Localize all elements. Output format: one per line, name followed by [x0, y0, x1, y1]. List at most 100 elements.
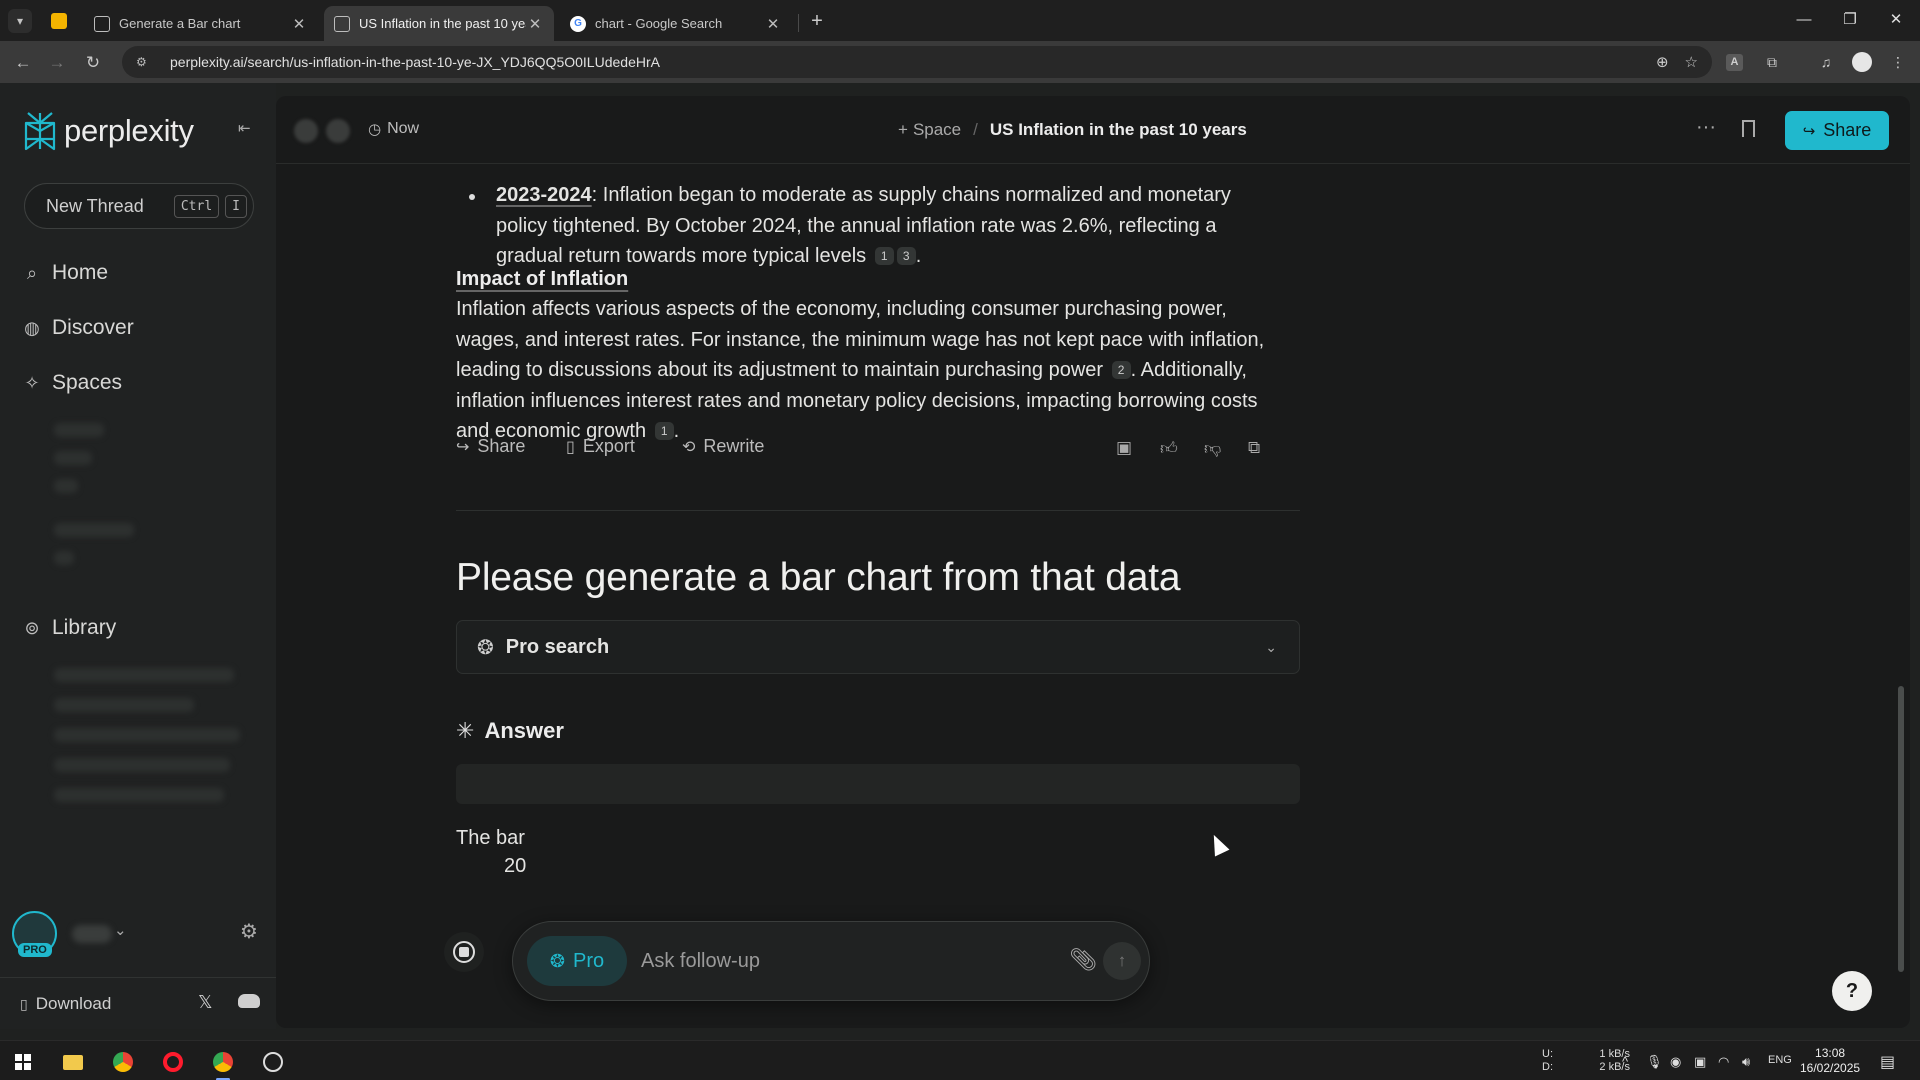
minimize-window-button[interactable]: — — [1782, 6, 1826, 34]
share-button[interactable]: ↪ Share — [1785, 111, 1889, 150]
chrome-active-app[interactable] — [208, 1047, 238, 1080]
tab-us-inflation[interactable]: US Inflation in the past 10 years ✕ — [324, 6, 554, 41]
plus-icon[interactable]: + — [898, 120, 908, 140]
chevron-down-icon[interactable]: ⌄ — [114, 921, 127, 939]
display-icon[interactable]: ▣ — [1694, 1054, 1706, 1070]
help-button[interactable]: ? — [1832, 971, 1872, 1011]
site-info-icon[interactable]: ⚙ — [136, 55, 152, 69]
bookmark-icon[interactable] — [1742, 120, 1755, 137]
collaborator-avatar[interactable] — [326, 119, 350, 143]
sidebar: perplexity ⇤ New Thread Ctrl I ⌕ Home ◍ … — [0, 83, 276, 1029]
chevron-down-icon: ⌄ — [1265, 638, 1277, 655]
share-arrow-icon: ↪ — [456, 438, 470, 456]
sidebar-item-library[interactable]: ⊚ Library — [22, 616, 116, 640]
kbd-key: I — [225, 194, 247, 218]
browser-menu-icon[interactable]: ⋮ — [1888, 52, 1908, 72]
citation-badge[interactable]: 3 — [896, 247, 916, 265]
pro-toggle-button[interactable]: ❂ Pro — [527, 936, 627, 986]
opera-icon — [163, 1052, 183, 1072]
wifi-icon[interactable]: ◠ — [1718, 1054, 1729, 1070]
blurred-space-item[interactable] — [54, 523, 134, 537]
tab-generate-bar-chart[interactable]: Generate a Bar chart ✕ — [84, 6, 318, 41]
perplexity-logo[interactable]: perplexity — [22, 111, 194, 151]
file-explorer-app[interactable] — [58, 1047, 88, 1077]
collaborator-avatar[interactable] — [294, 119, 318, 143]
citation-badge[interactable]: 1 — [874, 247, 894, 265]
notifications-icon[interactable]: ▤ — [1880, 1052, 1895, 1072]
download-link[interactable]: ▯ Download — [20, 994, 111, 1014]
follow-up-box: ❂ Pro 📎︎ ↑ — [512, 921, 1150, 1001]
extensions-puzzle-icon[interactable]: ⧉ — [1762, 52, 1782, 72]
tab-search-icon[interactable]: ▾ — [8, 9, 32, 33]
thumbs-down-icon[interactable]: 👎︎ — [1204, 438, 1221, 459]
back-button[interactable]: ← — [10, 50, 36, 76]
browser-tab-bar: ▾ Generate a Bar chart ✕ US Inflation in… — [0, 0, 1920, 41]
new-thread-button[interactable]: New Thread Ctrl I — [24, 183, 254, 229]
collapse-sidebar-icon[interactable]: ⇤ — [238, 119, 251, 137]
system-clock[interactable]: 13:08 16/02/2025 — [1800, 1046, 1860, 1076]
blurred-thread-item[interactable] — [54, 698, 194, 712]
volume-icon[interactable]: 🔊︎ — [1742, 1054, 1750, 1070]
paperclip-icon[interactable]: 📎︎ — [1069, 947, 1097, 973]
blurred-thread-item[interactable] — [54, 788, 224, 802]
close-tab-icon[interactable]: ✕ — [526, 15, 544, 33]
stop-generation-button[interactable] — [444, 932, 484, 972]
blurred-thread-item[interactable] — [54, 728, 240, 742]
profile-avatar[interactable] — [1852, 52, 1872, 72]
media-controls-icon[interactable]: ♫ — [1816, 52, 1836, 72]
scrollbar[interactable] — [1898, 686, 1904, 972]
language-indicator[interactable]: ENG — [1768, 1054, 1792, 1067]
cpu-icon[interactable]: ▣ — [1116, 438, 1132, 458]
user-menu[interactable]: PRO ⌄ ⚙ — [12, 911, 268, 961]
rewrite-button[interactable]: ⟲ Rewrite — [682, 436, 764, 457]
x-social-icon[interactable]: 𝕏 — [198, 992, 213, 1013]
chevron-up-icon[interactable]: ^ — [1622, 1054, 1628, 1069]
blurred-space-item[interactable] — [54, 451, 92, 465]
pro-search-accordion[interactable]: ❂ Pro search ⌄ — [456, 620, 1300, 674]
blurred-thread-item[interactable] — [54, 668, 234, 682]
document-icon: ▯ — [566, 438, 575, 456]
tab-google-search[interactable]: G chart - Google Search ✕ — [560, 6, 792, 41]
start-button[interactable] — [8, 1047, 38, 1077]
net-up-label: U: — [1542, 1048, 1553, 1060]
pinned-tab[interactable] — [46, 8, 72, 34]
chrome-app[interactable] — [108, 1047, 138, 1077]
close-window-button[interactable]: ✕ — [1874, 6, 1918, 34]
zoom-icon[interactable]: ⊕ — [1656, 53, 1669, 71]
follow-up-input[interactable] — [641, 944, 1061, 978]
gear-icon[interactable]: ⚙ — [240, 919, 258, 944]
add-to-space-link[interactable]: Space — [913, 120, 961, 140]
blurred-space-item[interactable] — [54, 423, 104, 437]
new-tab-button[interactable]: + — [804, 8, 830, 34]
reload-button[interactable]: ↻ — [80, 50, 106, 76]
citation-badge[interactable]: 2 — [1111, 361, 1131, 379]
close-tab-icon[interactable]: ✕ — [290, 15, 308, 33]
copy-icon[interactable]: ⧉ — [1248, 438, 1260, 458]
folder-icon — [63, 1054, 83, 1070]
sidebar-item-home[interactable]: ⌕ Home — [22, 261, 108, 285]
bookmark-star-icon[interactable]: ☆ — [1685, 53, 1698, 71]
sidebar-item-spaces[interactable]: ✧ Spaces — [22, 371, 122, 395]
close-tab-icon[interactable]: ✕ — [764, 15, 782, 33]
restore-window-button[interactable]: ❐ — [1828, 6, 1872, 34]
forward-button[interactable]: → — [44, 50, 70, 76]
blurred-thread-item[interactable] — [54, 758, 230, 772]
send-button[interactable]: ↑ — [1103, 942, 1141, 980]
thumbs-up-icon[interactable]: 👍︎ — [1160, 438, 1178, 459]
streaming-answer-text: The bar 20 — [456, 824, 526, 880]
extension-a-icon[interactable]: A — [1726, 54, 1743, 71]
export-button[interactable]: ▯ Export — [566, 436, 635, 457]
clock-app[interactable] — [258, 1047, 288, 1077]
microphone-icon[interactable]: 🎙︎ — [1646, 1054, 1663, 1070]
pro-label: Pro — [572, 949, 605, 972]
opera-tray-icon[interactable]: ◉ — [1670, 1054, 1681, 1070]
share-answer-button[interactable]: ↪ Share — [456, 436, 525, 457]
opera-app[interactable] — [158, 1047, 188, 1077]
blurred-space-item[interactable] — [54, 551, 74, 565]
sidebar-item-discover[interactable]: ◍ Discover — [22, 316, 134, 340]
blurred-space-item[interactable] — [54, 479, 78, 493]
more-options-icon[interactable]: ··· — [1696, 116, 1716, 139]
chrome-icon — [113, 1052, 133, 1072]
address-bar[interactable]: ⚙ perplexity.ai/search/us-inflation-in-t… — [122, 46, 1712, 78]
discord-icon[interactable] — [238, 994, 260, 1008]
